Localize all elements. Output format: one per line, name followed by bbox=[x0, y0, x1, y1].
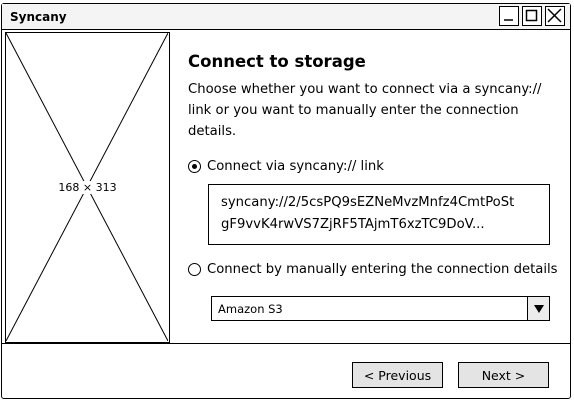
manual-option-label: Connect by manually entering the connect… bbox=[207, 262, 558, 277]
maximize-button[interactable] bbox=[522, 6, 542, 26]
close-button[interactable] bbox=[545, 6, 565, 26]
storage-type-select[interactable]: Amazon S3 bbox=[211, 296, 550, 321]
close-icon bbox=[547, 8, 562, 23]
link-text-line: gF9vvK4rwVS7ZjRF5TAjmT6xzTC9DoV... bbox=[221, 217, 485, 232]
link-text-line: syncany://2/5csPQ9sEZNeMvzMnfz4CmtPoSt bbox=[221, 195, 515, 210]
manual-option-radio[interactable] bbox=[188, 263, 201, 276]
footer-divider bbox=[2, 343, 570, 344]
storage-type-value: Amazon S3 bbox=[218, 302, 283, 316]
manual-option[interactable]: Connect by manually entering the connect… bbox=[188, 262, 558, 277]
syncany-link-field[interactable]: syncany://2/5csPQ9sEZNeMvzMnfz4CmtPoSt g… bbox=[208, 184, 550, 245]
link-option[interactable]: Connect via syncany:// link bbox=[188, 159, 384, 174]
image-placeholder: 168 × 313 bbox=[5, 32, 170, 343]
description-line: Choose whether you want to connect via a… bbox=[188, 82, 542, 97]
maximize-icon bbox=[525, 9, 538, 22]
description-line: details. bbox=[188, 124, 237, 139]
app-window: Syncany 168 × 313 Connect to storage Cho… bbox=[1, 3, 571, 399]
link-option-radio[interactable] bbox=[188, 160, 201, 173]
dropdown-arrow-button[interactable] bbox=[527, 297, 549, 320]
minimize-button[interactable] bbox=[499, 6, 519, 26]
link-option-label: Connect via syncany:// link bbox=[207, 159, 384, 174]
page-title: Connect to storage bbox=[188, 52, 366, 71]
minimize-icon bbox=[504, 19, 513, 21]
page-description: Choose whether you want to connect via a… bbox=[188, 79, 548, 142]
triangle-down-icon bbox=[533, 304, 544, 313]
description-line: link or you want to manually enter the c… bbox=[188, 103, 519, 118]
previous-button[interactable]: < Previous bbox=[352, 362, 443, 388]
next-button[interactable]: Next > bbox=[458, 362, 549, 388]
window-title: Syncany bbox=[10, 10, 67, 24]
title-bar: Syncany bbox=[2, 4, 570, 30]
placeholder-size-label: 168 × 313 bbox=[57, 181, 118, 194]
